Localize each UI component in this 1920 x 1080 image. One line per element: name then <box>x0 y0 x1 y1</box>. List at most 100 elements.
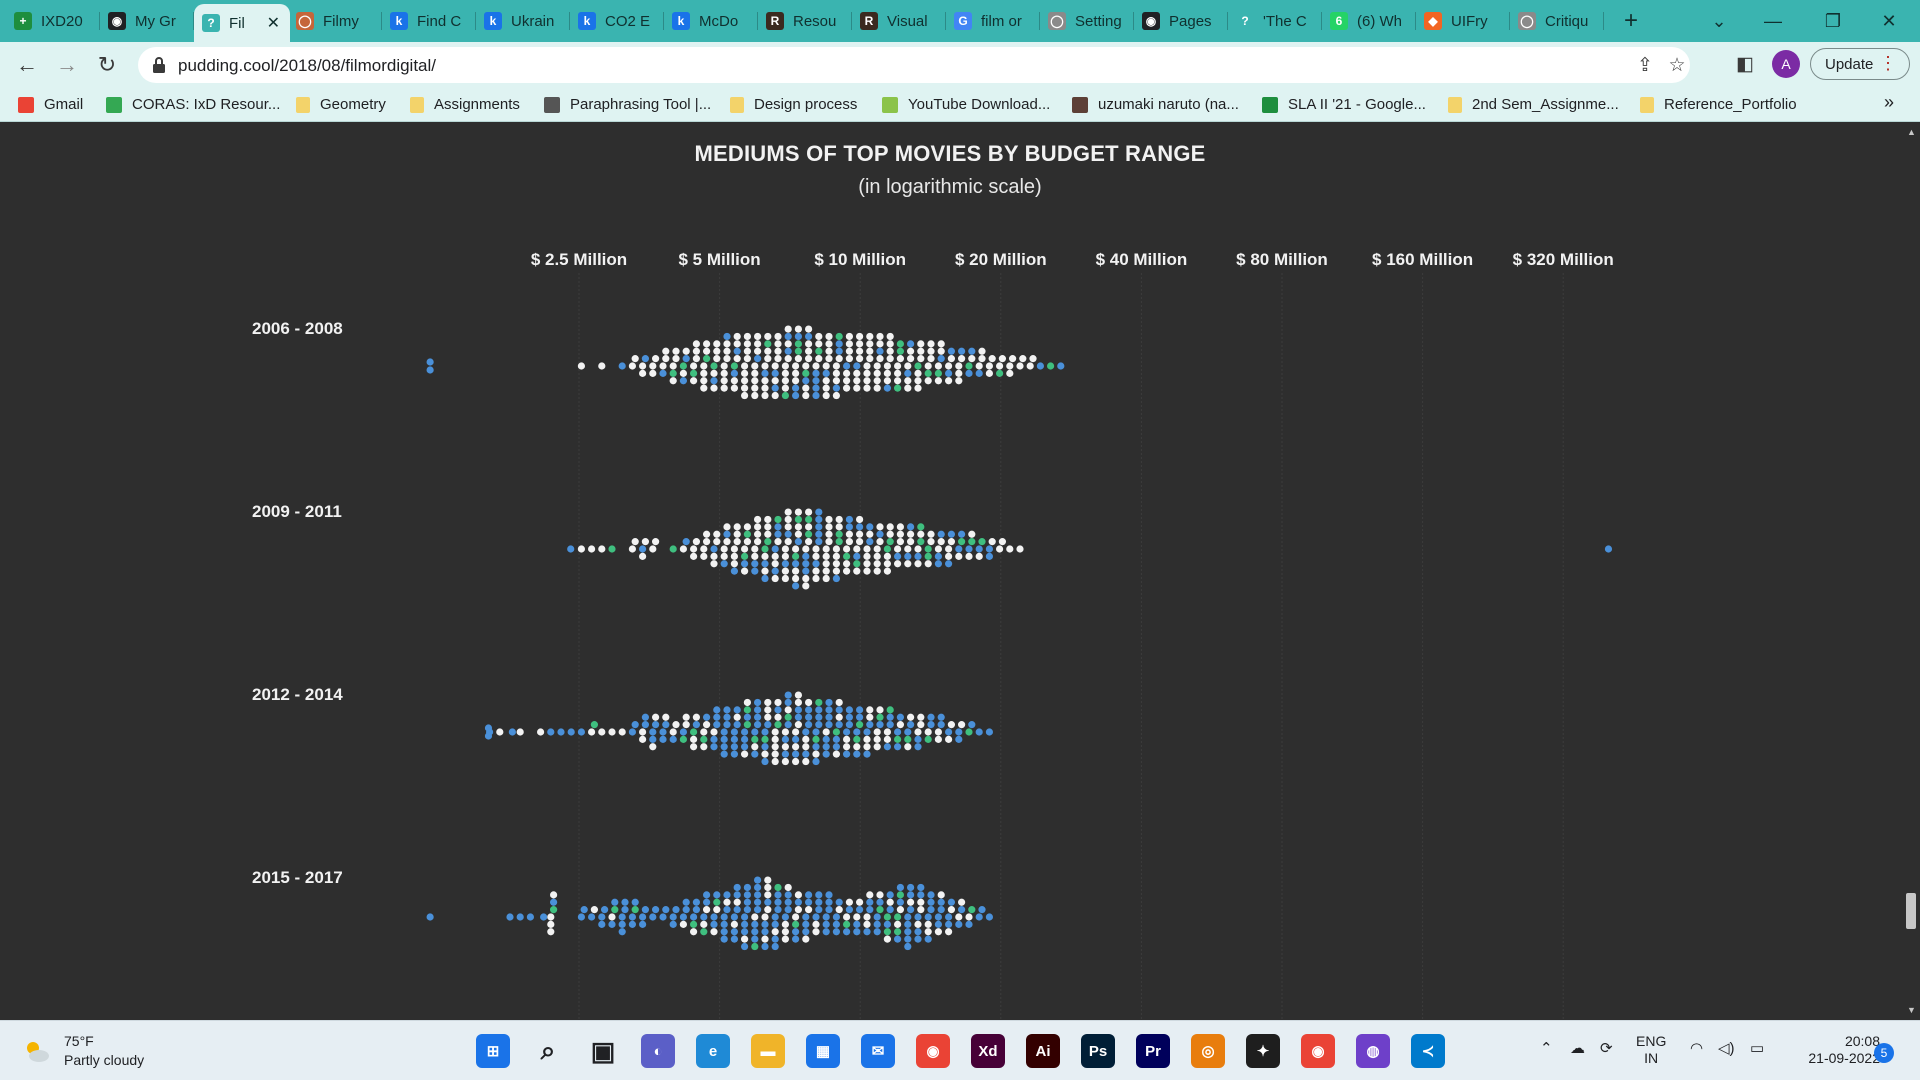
forward-icon[interactable]: → <box>52 50 82 80</box>
edge-icon[interactable]: e <box>696 1034 730 1068</box>
movie-dot <box>723 721 731 729</box>
browser-tab[interactable]: ◉ My Gr <box>100 6 194 36</box>
movie-dot <box>812 728 820 736</box>
wifi-icon[interactable]: ◠ <box>1690 1039 1703 1057</box>
movie-dot <box>907 906 915 914</box>
browser-tab[interactable]: k Find C <box>382 6 476 36</box>
bookmark-item[interactable]: Geometry <box>296 96 386 113</box>
address-bar[interactable]: pudding.cool/2018/08/filmordigital/ ⇪ ☆ <box>138 47 1690 83</box>
premiere-icon[interactable]: Pr <box>1136 1034 1170 1068</box>
store-icon[interactable]: ▦ <box>806 1034 840 1068</box>
teams-chat-icon[interactable]: ◐ <box>641 1034 675 1068</box>
bookmark-item[interactable]: 2nd Sem_Assignme... <box>1448 96 1619 113</box>
close-tab-icon[interactable]: ✕ <box>267 13 280 33</box>
bookmark-item[interactable]: Gmail <box>18 96 83 113</box>
blender-icon[interactable]: ◎ <box>1191 1034 1225 1068</box>
movie-dot <box>845 538 854 546</box>
browser-tab[interactable]: ◯ Setting <box>1040 6 1134 36</box>
browser-tab[interactable]: R Resou <box>758 6 852 36</box>
back-icon[interactable]: ← <box>12 50 42 80</box>
battery-icon[interactable]: ▭ <box>1750 1039 1764 1057</box>
scroll-down-icon[interactable]: ▼ <box>1907 1005 1916 1015</box>
browser-tab[interactable]: R Visual <box>852 6 946 36</box>
movie-dot <box>792 377 800 385</box>
bookmark-item[interactable]: SLA II '21 - Google... <box>1262 96 1426 113</box>
photoshop-icon[interactable]: Ps <box>1081 1034 1115 1068</box>
figma-icon[interactable]: ✦ <box>1246 1034 1280 1068</box>
illustrator-icon[interactable]: Ai <box>1026 1034 1060 1068</box>
vscode-icon[interactable]: ≺ <box>1411 1034 1445 1068</box>
scrollbar-thumb[interactable] <box>1906 893 1916 929</box>
tab-title: Resou <box>793 12 837 30</box>
browser-tab[interactable]: ? Fil ✕ <box>194 4 290 42</box>
sync-icon[interactable]: ⟳ <box>1600 1039 1613 1057</box>
close-window-icon[interactable]: ✕ <box>1866 6 1912 36</box>
movie-dot <box>751 545 759 553</box>
reload-icon[interactable]: ↻ <box>92 50 122 80</box>
movie-dot <box>781 369 790 377</box>
search-icon[interactable]: ⌕ <box>531 1034 565 1068</box>
tray-overflow-icon[interactable]: ⌃ <box>1540 1039 1553 1057</box>
outlier-dot <box>1604 545 1613 553</box>
movie-dot <box>781 728 790 736</box>
browser-tab[interactable]: ◯ Critiqu <box>1510 6 1604 36</box>
new-tab-button[interactable]: + <box>1608 6 1654 36</box>
movie-dot <box>754 332 762 341</box>
browser-tab[interactable]: ◆ UIFry <box>1416 6 1510 36</box>
bookmarks-overflow-button[interactable]: » <box>1884 92 1894 113</box>
browser-tab[interactable]: k CO2 E <box>570 6 664 36</box>
bookmark-item[interactable]: CORAS: IxD Resour... <box>106 96 280 113</box>
chrome-profile-icon[interactable]: ◉ <box>1301 1034 1335 1068</box>
movie-dot <box>832 928 841 936</box>
browser-tab[interactable]: ◯ Filmy <box>288 6 382 36</box>
bookmark-item[interactable]: uzumaki naruto (na... <box>1072 96 1239 113</box>
movie-dot <box>822 928 830 936</box>
browser-tab[interactable]: 6 (6) Wh <box>1322 6 1416 36</box>
browser-tab[interactable]: k McDo <box>664 6 758 36</box>
movie-dot <box>853 913 861 921</box>
side-panel-icon[interactable]: ◧ <box>1734 53 1756 75</box>
windows-start-icon[interactable]: ⊞ <box>476 1034 510 1068</box>
bookmark-item[interactable]: Assignments <box>410 96 520 113</box>
bookmark-star-icon[interactable]: ☆ <box>1666 54 1688 76</box>
onedrive-icon[interactable]: ☁ <box>1570 1039 1585 1057</box>
share-icon[interactable]: ⇪ <box>1634 54 1656 76</box>
browser-tab[interactable]: + IXD20 <box>6 6 100 36</box>
bookmark-item[interactable]: Reference_Portfolio <box>1640 96 1797 113</box>
browser-tab[interactable]: Gfilm or <box>946 6 1040 36</box>
volume-icon[interactable]: ◁) <box>1718 1039 1735 1057</box>
browser-tab[interactable]: ? 'The C <box>1228 6 1322 36</box>
movie-dot <box>771 913 779 921</box>
system-clock[interactable]: 20:08 21-09-2022 <box>1788 1033 1880 1067</box>
movie-dot <box>652 538 660 546</box>
minimize-icon[interactable]: — <box>1750 6 1796 36</box>
task-view-icon[interactable]: ▣ <box>586 1034 620 1068</box>
profile-avatar[interactable]: A <box>1772 50 1800 78</box>
chrome-icon[interactable]: ◉ <box>916 1034 950 1068</box>
language-indicator[interactable]: ENG IN <box>1636 1033 1666 1067</box>
movie-dot <box>927 530 935 538</box>
movie-dot <box>896 355 905 363</box>
page-scrollbar[interactable]: ▲ ▼ <box>1902 123 1920 1020</box>
mail-icon[interactable]: ✉ <box>861 1034 895 1068</box>
scroll-up-icon[interactable]: ▲ <box>1907 127 1916 137</box>
restore-icon[interactable]: ❐ <box>1810 6 1856 36</box>
browser-tab[interactable]: ◉ Pages <box>1134 6 1228 36</box>
update-button[interactable]: Update ⋮ <box>1810 48 1910 80</box>
tab-search-icon[interactable]: ⌄ <box>1696 6 1742 36</box>
movie-dot <box>934 928 943 936</box>
bookmark-item[interactable]: Paraphrasing Tool |... <box>544 96 711 113</box>
movie-dot <box>690 545 698 553</box>
notification-badge[interactable]: 5 <box>1874 1043 1894 1063</box>
movie-dot <box>741 913 749 921</box>
browser-tab[interactable]: k Ukrain <box>476 6 570 36</box>
github-desktop-icon[interactable]: ◍ <box>1356 1034 1390 1068</box>
movie-dot <box>690 369 698 377</box>
file-explorer-icon[interactable]: ▬ <box>751 1034 785 1068</box>
movie-dot <box>672 906 680 914</box>
bookmark-item[interactable]: YouTube Download... <box>882 96 1050 113</box>
adobe-xd-icon[interactable]: Xd <box>971 1034 1005 1068</box>
movie-dot <box>873 369 881 377</box>
bookmark-item[interactable]: Design process <box>730 96 857 113</box>
url-text[interactable]: pudding.cool/2018/08/filmordigital/ <box>178 56 436 76</box>
